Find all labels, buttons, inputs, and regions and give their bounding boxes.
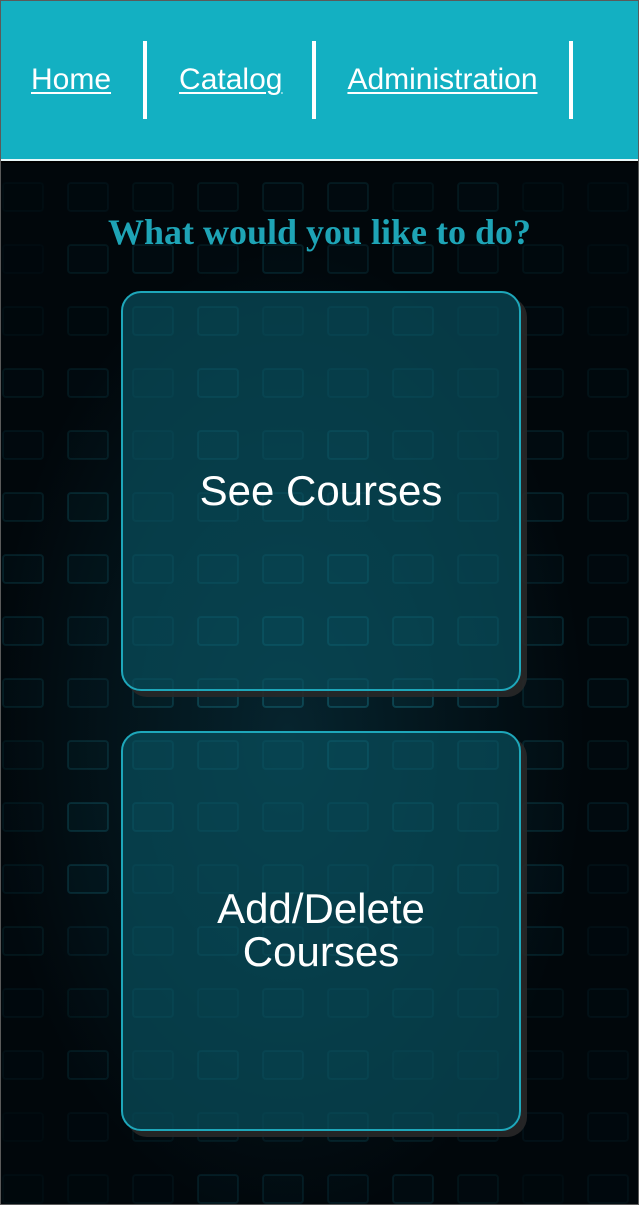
pattern-tile: [522, 554, 564, 584]
pattern-tile: [2, 1050, 44, 1080]
pattern-tile: [522, 1050, 564, 1080]
pattern-tile: [2, 802, 44, 832]
pattern-tile: [2, 740, 44, 770]
pattern-tile: [392, 1174, 434, 1204]
pattern-tile: [587, 616, 629, 646]
pattern-tile: [2, 678, 44, 708]
pattern-tile: [67, 740, 109, 770]
pattern-tile: [587, 1050, 629, 1080]
pattern-tile: [522, 1112, 564, 1142]
pattern-tile: [67, 554, 109, 584]
pattern-tile: [522, 430, 564, 460]
pattern-tile: [522, 864, 564, 894]
pattern-tile: [67, 864, 109, 894]
pattern-tile: [2, 988, 44, 1018]
page-heading: What would you like to do?: [107, 212, 532, 252]
pattern-tile: [197, 1174, 239, 1204]
pattern-tile: [132, 1174, 174, 1204]
pattern-tile: [522, 926, 564, 956]
pattern-tile: [67, 616, 109, 646]
pattern-tile: [67, 492, 109, 522]
pattern-tile: [587, 368, 629, 398]
pattern-tile: [67, 306, 109, 336]
pattern-tile: [2, 616, 44, 646]
pattern-tile: [522, 492, 564, 522]
nav-divider: [568, 41, 573, 119]
nav-link-administration[interactable]: Administration: [347, 65, 537, 95]
pattern-tile: [2, 306, 44, 336]
main-content: What would you like to do? See Courses A…: [1, 163, 638, 1204]
pattern-tile: [522, 368, 564, 398]
pattern-tile: [2, 1174, 44, 1204]
pattern-tile: [587, 306, 629, 336]
add-delete-courses-label: Add/Delete Courses: [217, 885, 425, 975]
pattern-tile: [67, 802, 109, 832]
pattern-tile: [587, 864, 629, 894]
pattern-tile: [587, 1112, 629, 1142]
pattern-tile: [457, 1174, 499, 1204]
pattern-tile: [587, 740, 629, 770]
pattern-tile: [67, 1174, 109, 1204]
pattern-tile: [3, 1113, 43, 1141]
pattern-tile: [262, 1174, 304, 1204]
pattern-tile: [2, 926, 44, 956]
pattern-tile: [587, 988, 629, 1018]
pattern-tile: [392, 182, 434, 212]
pattern-tile: [587, 554, 629, 584]
nav-divider: [143, 41, 148, 119]
pattern-tile: [132, 182, 174, 212]
nav-link-home[interactable]: Home: [31, 65, 111, 95]
pattern-tile: [67, 926, 109, 956]
pattern-tile: [522, 616, 564, 646]
pattern-tile: [587, 182, 629, 212]
pattern-tile: [67, 1112, 109, 1142]
pattern-tile: [67, 678, 109, 708]
pattern-tile: [587, 430, 629, 460]
pattern-tile: [262, 182, 304, 212]
pattern-tile: [2, 864, 44, 894]
pattern-tile: [67, 1050, 109, 1080]
pattern-tile: [522, 306, 564, 336]
pattern-tile: [2, 182, 44, 212]
pattern-tile: [327, 182, 369, 212]
pattern-tile: [522, 1174, 564, 1204]
pattern-tile: [2, 368, 44, 398]
pattern-tile: [587, 492, 629, 522]
pattern-tile: [2, 554, 44, 584]
pattern-tile: [67, 368, 109, 398]
pattern-tile: [327, 1174, 369, 1204]
pattern-tile: [522, 182, 564, 212]
pattern-tile: [67, 988, 109, 1018]
nav-divider: [312, 41, 317, 119]
pattern-tile: [522, 740, 564, 770]
pattern-tile: [522, 678, 564, 708]
pattern-tile: [197, 182, 239, 212]
pattern-tile: [587, 1174, 629, 1204]
pattern-tile: [67, 182, 109, 212]
top-navbar: Home Catalog Administration: [1, 1, 638, 161]
pattern-tile: [522, 988, 564, 1018]
page: Home Catalog Administration What would y…: [0, 0, 639, 1205]
pattern-tile: [2, 492, 44, 522]
pattern-tile: [2, 430, 44, 460]
add-delete-courses-button[interactable]: Add/Delete Courses: [121, 731, 521, 1131]
pattern-tile: [587, 802, 629, 832]
pattern-tile: [67, 430, 109, 460]
see-courses-button[interactable]: See Courses: [121, 291, 521, 691]
pattern-tile: [522, 802, 564, 832]
nav-link-catalog[interactable]: Catalog: [179, 65, 282, 95]
pattern-tile: [587, 926, 629, 956]
see-courses-label: See Courses: [199, 466, 443, 514]
pattern-tile: [587, 678, 629, 708]
pattern-tile: [457, 182, 499, 212]
